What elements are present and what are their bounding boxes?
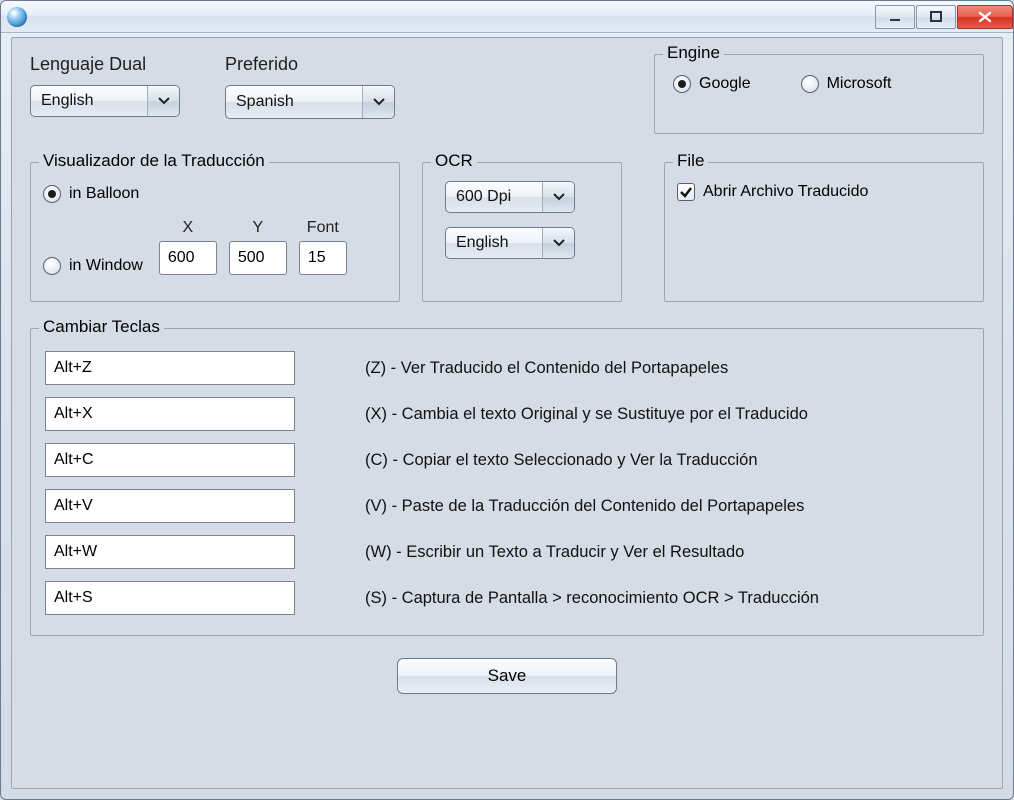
- viewer-window-radio[interactable]: in Window: [43, 257, 143, 275]
- ocr-language-combo[interactable]: English: [445, 227, 575, 259]
- ocr-group: OCR 600 Dpi English: [422, 162, 622, 302]
- label-x: X: [182, 219, 193, 237]
- radio-dot-icon: [673, 75, 691, 93]
- label-font: Font: [307, 219, 339, 237]
- main-panel: Lenguaje Dual English Preferido Spanish: [11, 37, 1003, 789]
- label-dual-language: Lenguaje Dual: [30, 54, 225, 75]
- window-font-input[interactable]: [299, 241, 347, 275]
- hotkey-input-3[interactable]: [45, 489, 295, 523]
- engine-google-label: Google: [699, 75, 751, 93]
- ocr-dpi-combo[interactable]: 600 Dpi: [445, 181, 575, 213]
- save-button-label: Save: [488, 666, 527, 685]
- label-change-keys: Cambiar Teclas: [39, 317, 164, 337]
- radio-dot-icon: [43, 185, 61, 203]
- hotkey-desc-5: (S) - Captura de Pantalla > reconocimien…: [365, 589, 969, 608]
- save-button[interactable]: Save: [397, 658, 617, 694]
- label-y: Y: [252, 219, 263, 237]
- engine-google-radio[interactable]: Google: [673, 75, 751, 93]
- label-ocr: OCR: [431, 151, 477, 171]
- app-icon: [7, 7, 27, 27]
- chevron-down-icon: [542, 182, 574, 212]
- file-group: File Abrir Archivo Traducido: [664, 162, 984, 302]
- ocr-language-value: English: [456, 234, 508, 252]
- maximize-button[interactable]: [916, 5, 956, 29]
- minimize-button[interactable]: [875, 5, 915, 29]
- engine-microsoft-radio[interactable]: Microsoft: [801, 75, 892, 93]
- window-x-input[interactable]: [159, 241, 217, 275]
- hotkey-input-5[interactable]: [45, 581, 295, 615]
- hotkey-desc-4: (W) - Escribir un Texto a Traducir y Ver…: [365, 543, 969, 562]
- hotkey-input-4[interactable]: [45, 535, 295, 569]
- radio-dot-icon: [801, 75, 819, 93]
- chevron-down-icon: [147, 86, 179, 116]
- chevron-down-icon: [542, 228, 574, 258]
- app-window: Lenguaje Dual English Preferido Spanish: [0, 0, 1014, 800]
- viewer-balloon-radio[interactable]: in Balloon: [43, 185, 387, 203]
- window-y-input[interactable]: [229, 241, 287, 275]
- viewer-balloon-label: in Balloon: [69, 185, 139, 203]
- open-translated-file-checkbox[interactable]: Abrir Archivo Traducido: [677, 183, 971, 201]
- dual-language-value: English: [41, 92, 93, 110]
- label-file: File: [673, 151, 708, 171]
- viewer-group: Visualizador de la Traducción in Balloon…: [30, 162, 400, 302]
- preferred-language-combo[interactable]: Spanish: [225, 85, 395, 119]
- checkbox-icon: [677, 183, 695, 201]
- viewer-window-label: in Window: [69, 257, 143, 275]
- label-preferred: Preferido: [225, 54, 435, 75]
- chevron-down-icon: [362, 86, 394, 118]
- hotkey-input-2[interactable]: [45, 443, 295, 477]
- label-engine: Engine: [663, 43, 724, 63]
- preferred-language-value: Spanish: [236, 93, 294, 111]
- radio-dot-icon: [43, 257, 61, 275]
- hotkey-desc-3: (V) - Paste de la Traducción del Conteni…: [365, 497, 969, 516]
- hotkey-desc-2: (C) - Copiar el texto Seleccionado y Ver…: [365, 451, 969, 470]
- hotkey-input-0[interactable]: [45, 351, 295, 385]
- change-keys-group: Cambiar Teclas (Z) - Ver Traducido el Co…: [30, 328, 984, 636]
- dual-language-combo[interactable]: English: [30, 85, 180, 117]
- titlebar[interactable]: [1, 1, 1013, 33]
- hotkey-input-1[interactable]: [45, 397, 295, 431]
- label-viewer: Visualizador de la Traducción: [39, 151, 269, 171]
- window-controls: [874, 5, 1013, 29]
- open-translated-file-label: Abrir Archivo Traducido: [703, 183, 868, 201]
- close-button[interactable]: [957, 5, 1013, 29]
- ocr-dpi-value: 600 Dpi: [456, 188, 511, 206]
- hotkey-desc-0: (Z) - Ver Traducido el Contenido del Por…: [365, 359, 969, 378]
- engine-microsoft-label: Microsoft: [827, 75, 892, 93]
- hotkey-desc-1: (X) - Cambia el texto Original y se Sust…: [365, 405, 969, 424]
